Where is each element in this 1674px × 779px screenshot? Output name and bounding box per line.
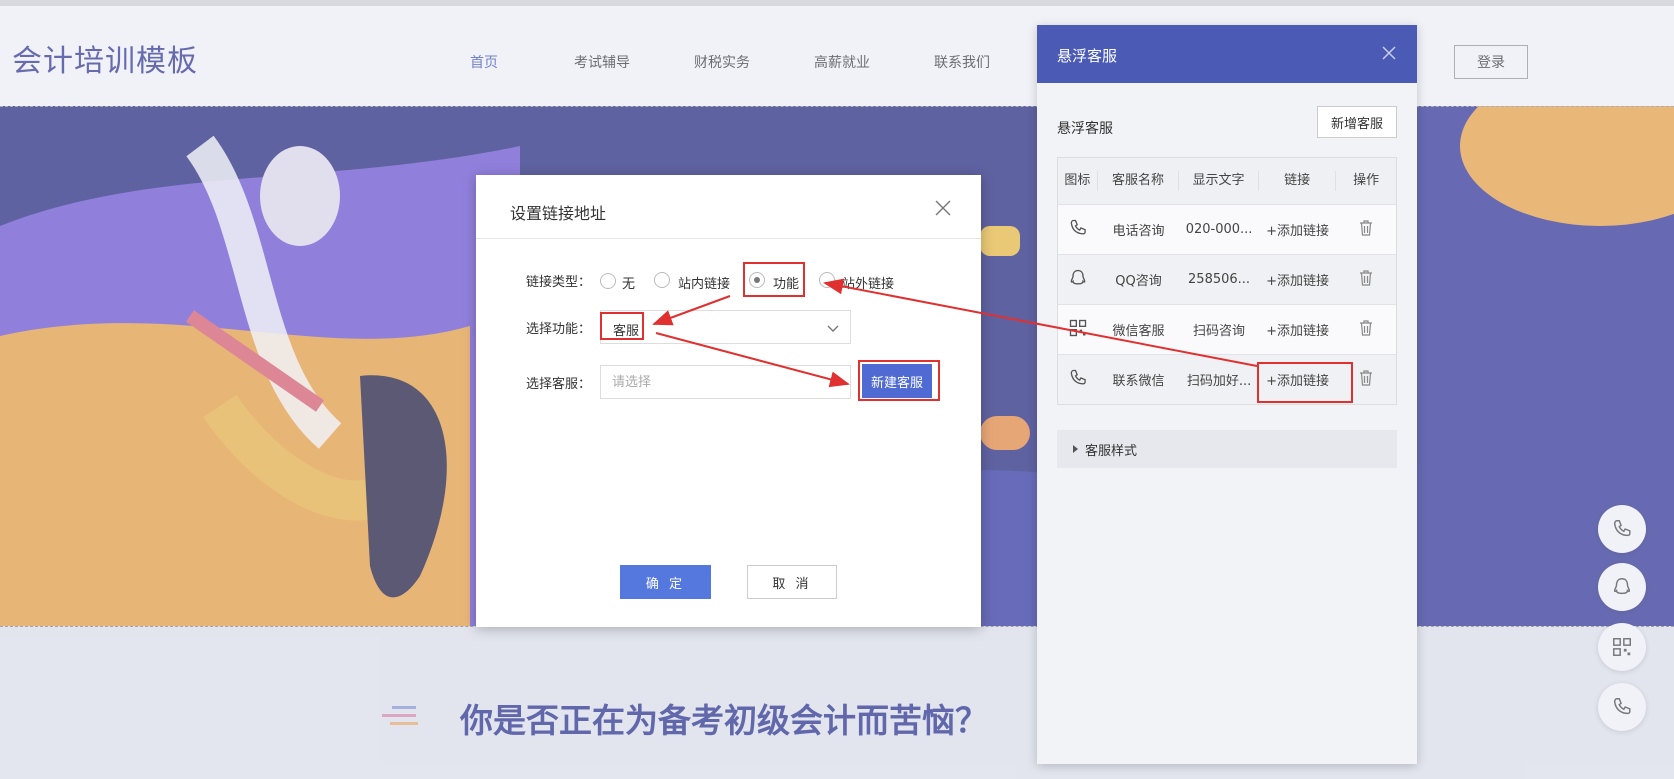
phone-icon [1070, 369, 1086, 385]
panel-section-label: 悬浮客服 [1057, 121, 1113, 137]
table-header-cell: 图标 [1058, 171, 1098, 191]
radio-none[interactable] [600, 273, 616, 289]
add-link-button[interactable]: +添加链接 [1259, 270, 1337, 289]
link-type-label: 链接类型： [526, 275, 592, 290]
cancel-button[interactable]: 取 消 [747, 565, 837, 599]
panel-header: 悬浮客服 [1037, 25, 1417, 83]
service-name: 联系微信 [1112, 374, 1165, 389]
annotation-box-function-radio [743, 262, 805, 297]
annotation-box-add-link [1257, 362, 1353, 403]
table-row: 微信客服 扫码咨询 +添加链接 [1058, 304, 1396, 354]
chevron-down-icon [827, 325, 839, 332]
table-header-row: 图标 客服名称 显示文字 链接 操作 [1058, 158, 1396, 204]
annotation-box-new-service [858, 360, 940, 401]
trash-icon[interactable] [1358, 269, 1374, 287]
service-display-text: 020-000... [1185, 222, 1253, 237]
service-display-text: 扫码加好... [1186, 374, 1252, 389]
service-style-label: 客服样式 [1085, 443, 1138, 459]
qrcode-icon [1069, 319, 1087, 336]
service-display-text: 258506... [1188, 272, 1251, 287]
service-select-input[interactable] [600, 365, 851, 399]
service-name: QQ咨询 [1115, 274, 1162, 289]
table-row: QQ咨询 258506... +添加链接 [1058, 254, 1396, 304]
qq-icon [1070, 269, 1086, 285]
table-row: 电话咨询 020-000... +添加链接 [1058, 204, 1396, 254]
add-service-button[interactable]: 新增客服 [1317, 106, 1397, 138]
close-icon[interactable] [1379, 43, 1399, 63]
phone-icon [1070, 219, 1086, 235]
service-style-section[interactable]: 客服样式 [1057, 430, 1397, 468]
radio-external-link-label[interactable]: 站外链接 [842, 273, 894, 292]
link-settings-dialog: 设置链接地址 链接类型： 无 站内链接 功能 站外链接 选择功能： 客服 选择客… [476, 175, 981, 627]
table-header-cell: 链接 [1259, 171, 1337, 191]
trash-icon[interactable] [1358, 319, 1374, 337]
annotation-box-function-value [600, 312, 644, 340]
dialog-title: 设置链接地址 [510, 204, 607, 223]
confirm-button[interactable]: 确 定 [620, 565, 711, 599]
trash-icon[interactable] [1358, 219, 1374, 237]
function-label: 选择功能： [526, 322, 592, 337]
radio-internal-link-label[interactable]: 站内链接 [678, 273, 730, 292]
panel-title: 悬浮客服 [1057, 47, 1118, 65]
caret-right-icon [1073, 445, 1078, 453]
service-label: 选择客服： [526, 377, 592, 392]
radio-internal-link[interactable] [654, 272, 670, 288]
service-name: 微信客服 [1112, 324, 1165, 339]
service-display-text: 扫码咨询 [1193, 324, 1246, 339]
add-link-button[interactable]: +添加链接 [1259, 320, 1337, 339]
service-name: 电话咨询 [1112, 224, 1165, 239]
radio-none-label[interactable]: 无 [622, 273, 635, 292]
floating-service-panel: 悬浮客服 悬浮客服 新增客服 图标 客服名称 显示文字 链接 操作 电话咨询 0… [1037, 25, 1417, 764]
add-link-button[interactable]: +添加链接 [1259, 220, 1337, 239]
radio-external-link[interactable] [819, 272, 835, 288]
table-header-cell: 操作 [1353, 173, 1380, 188]
trash-icon[interactable] [1358, 369, 1374, 387]
table-header-cell: 显示文字 [1179, 171, 1259, 191]
close-icon[interactable] [934, 199, 952, 217]
table-header-cell: 客服名称 [1098, 171, 1180, 191]
dialog-divider [476, 238, 981, 239]
